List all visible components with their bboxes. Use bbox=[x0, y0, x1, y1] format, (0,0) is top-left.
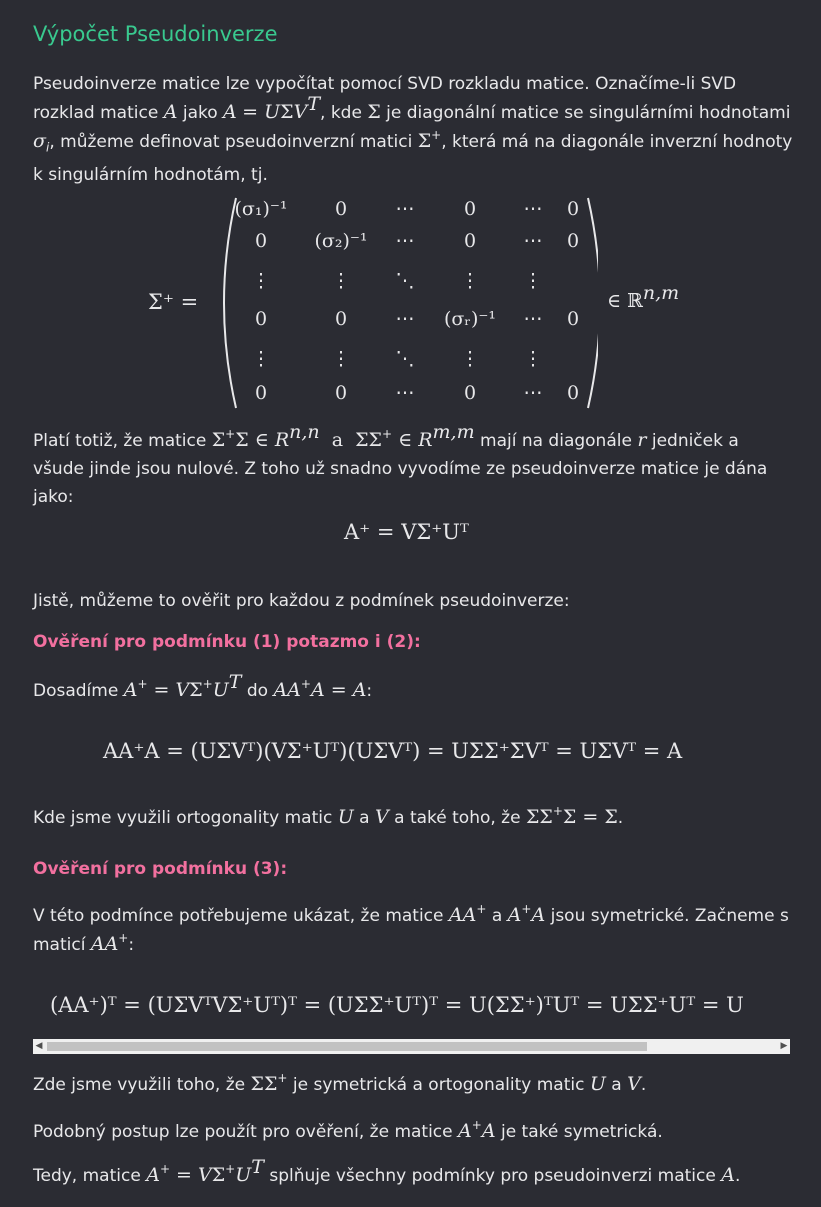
matrix-cell: ⋮ bbox=[331, 270, 351, 292]
matrix-cell: ⋮ bbox=[251, 348, 271, 370]
podobny-paragraph: Podobný postup lze použít pro ověření, ž… bbox=[33, 1118, 663, 1142]
matrix-cell: 0 bbox=[334, 198, 348, 220]
matrix-cell: ⋯ bbox=[523, 308, 543, 330]
matrix-cell: 0 bbox=[566, 308, 580, 330]
section-title: Výpočet Pseudoinverze bbox=[33, 22, 278, 46]
matrix-cell: 0 bbox=[463, 198, 477, 220]
kde-paragraph: Kde jsme využili ortogonality matic U a … bbox=[33, 804, 624, 828]
matrix-lhs: Σ⁺ = bbox=[148, 290, 199, 314]
intro-paragraph: Pseudoinverze matice lze vypočítat pomoc… bbox=[33, 74, 793, 186]
tedy-paragraph: Tedy, matice A+ = VΣ+UT splňuje všechny … bbox=[33, 1156, 741, 1187]
plati-paragraph: Platí totiž, že matice Σ+Σ ∈ Rn,n a ΣΣ+ … bbox=[33, 421, 768, 508]
matrix-cell: ⋯ bbox=[395, 382, 415, 404]
matrix-cell: ⋯ bbox=[395, 230, 415, 252]
scroll-right-icon[interactable]: ▶ bbox=[778, 1039, 790, 1054]
matrix-cell: 0 bbox=[334, 382, 348, 404]
matrix-cell: 0 bbox=[566, 230, 580, 252]
overit-text: Jistě, můžeme to ověřit pro každou z pod… bbox=[33, 591, 570, 611]
matrix-cell: 0 bbox=[254, 230, 268, 252]
matrix-cell: ⋮ bbox=[523, 348, 543, 370]
page: Výpočet Pseudoinverze Pseudoinverze mati… bbox=[0, 0, 821, 1207]
horizontal-scrollbar[interactable]: ◀ ▶ bbox=[33, 1039, 790, 1054]
dosadime-paragraph: Dosadíme A+ = VΣ+UT do AA+A = A: bbox=[33, 671, 373, 702]
matrix-cell: ⋮ bbox=[331, 348, 351, 370]
equation-condition-3: (AA⁺)ᵀ = (UΣVᵀVΣ⁺Uᵀ)ᵀ = (UΣΣ⁺Uᵀ)ᵀ = U(ΣΣ… bbox=[50, 993, 744, 1017]
matrix-cell: (σ₁)⁻¹ bbox=[234, 198, 288, 220]
heading-condition-3: Ověření pro podmínku (3): bbox=[33, 859, 288, 879]
matrix-cell: 0 bbox=[254, 308, 268, 330]
matrix-cell: 0 bbox=[566, 382, 580, 404]
heading-condition-1-2: Ověření pro podmínku (1) potazmo i (2): bbox=[33, 632, 421, 652]
matrix-cell: ⋯ bbox=[523, 230, 543, 252]
scrollbar-thumb[interactable] bbox=[47, 1042, 647, 1051]
matrix-cell: ⋮ bbox=[523, 270, 543, 292]
matrix-cell: 0 bbox=[463, 382, 477, 404]
matrix-cell: ⋱ bbox=[395, 270, 415, 292]
matrix-parentheses bbox=[223, 197, 598, 409]
equation-condition-1: AA⁺A = (UΣVᵀ)(VΣ⁺Uᵀ)(UΣVᵀ) = UΣΣ⁺ΣVᵀ = U… bbox=[103, 739, 683, 763]
matrix-cell: (σ₂)⁻¹ bbox=[314, 230, 368, 252]
zde-paragraph: Zde jsme využili toho, že ΣΣ+ je symetri… bbox=[33, 1071, 647, 1095]
equation-pseudoinverse: A⁺ = VΣ⁺Uᵀ bbox=[344, 520, 469, 544]
matrix-cell: ⋯ bbox=[395, 308, 415, 330]
matrix-rhs: ∈ ℝn,m bbox=[607, 282, 680, 313]
matrix-cell: ⋮ bbox=[460, 348, 480, 370]
matrix-cell: ⋱ bbox=[395, 348, 415, 370]
matrix-cell: 0 bbox=[254, 382, 268, 404]
matrix-cell: ⋮ bbox=[251, 270, 271, 292]
matrix-cell: ⋯ bbox=[523, 382, 543, 404]
matrix-cell: (σᵣ)⁻¹ bbox=[443, 308, 497, 330]
matrix-cell: 0 bbox=[334, 308, 348, 330]
matrix-cell: ⋯ bbox=[523, 198, 543, 220]
matrix-cell: 0 bbox=[463, 230, 477, 252]
scroll-left-icon[interactable]: ◀ bbox=[33, 1039, 45, 1054]
sigma-plus-matrix: (σ₁)⁻¹ 0 ⋯ 0 ⋯ 0 0 (σ₂)⁻¹ ⋯ 0 ⋯ 0 ⋮ ⋮ ⋱ ⋮ ⋮ 0 0 ⋯ (σᵣ)⁻¹ ⋯ 0 ⋮ ⋮… bbox=[218, 194, 598, 412]
matrix-cell: 0 bbox=[566, 198, 580, 220]
matrix-cell: ⋯ bbox=[395, 198, 415, 220]
vteto-paragraph: V této podmínce potřebujeme ukázat, že m… bbox=[33, 902, 789, 955]
matrix-cell: ⋮ bbox=[460, 270, 480, 292]
